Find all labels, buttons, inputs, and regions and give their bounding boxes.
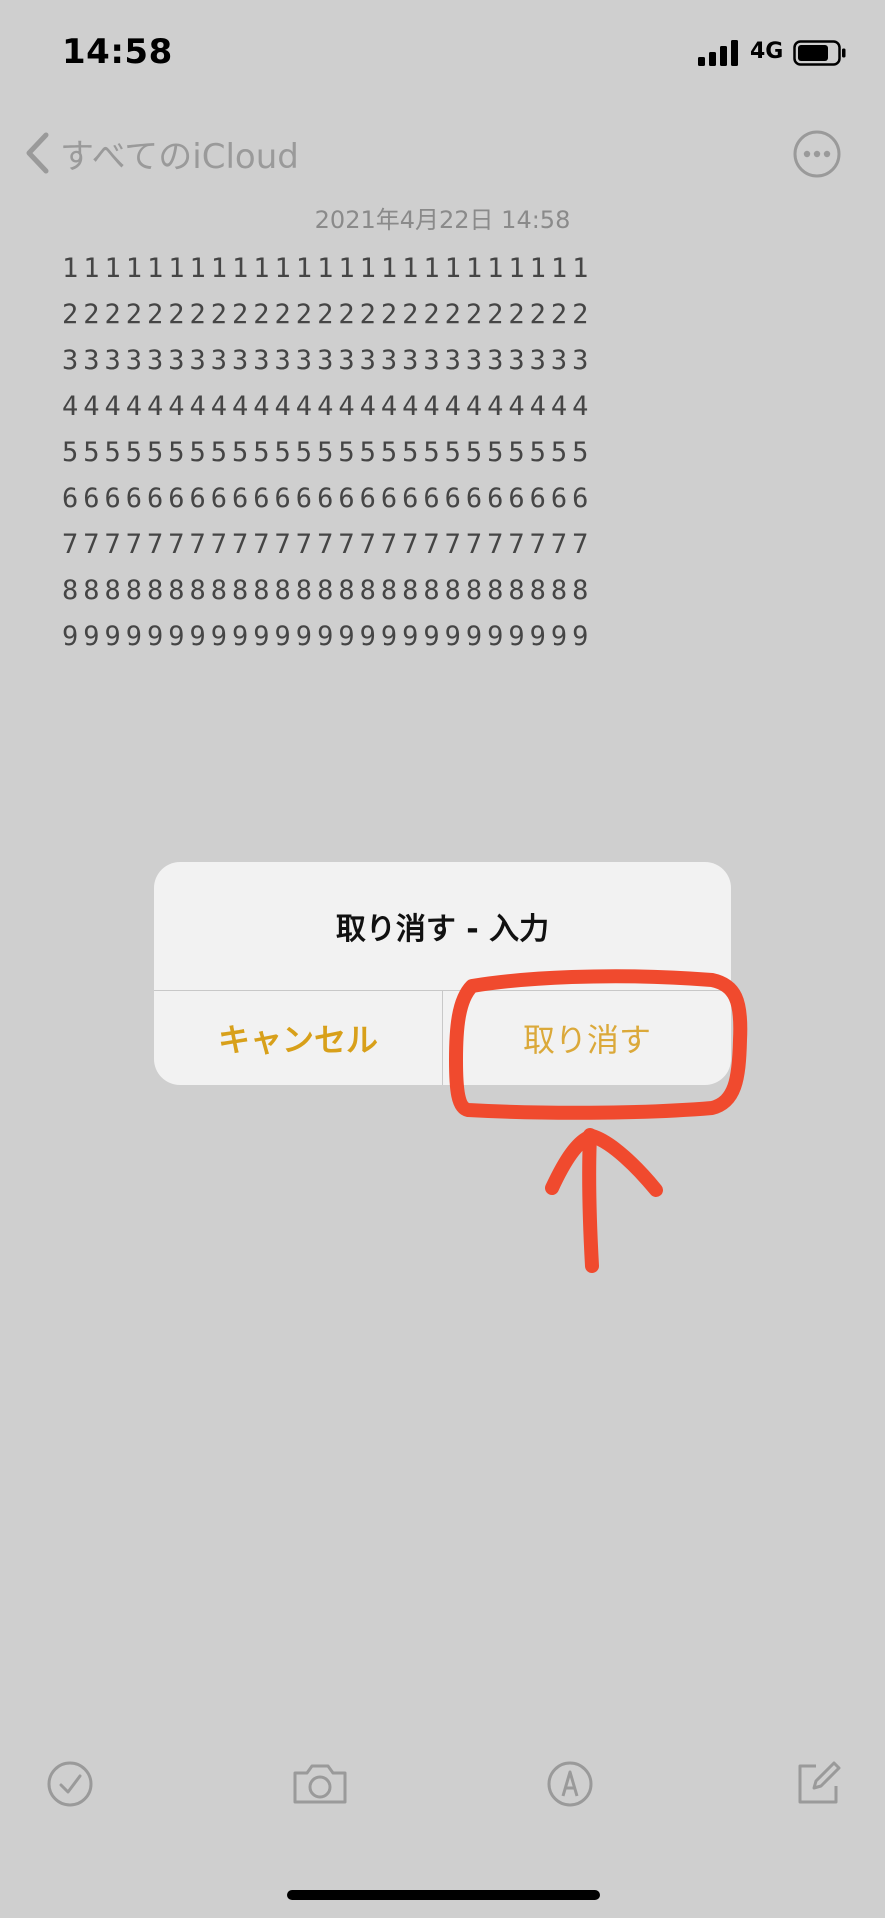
back-label: すべてのiCloud xyxy=(60,136,299,177)
note-line: 4444444444444444444444444 xyxy=(62,391,594,422)
undo-alert-dialog: 取り消す - 入力 キャンセル 取り消す xyxy=(154,862,731,1085)
cellular-signal-icon xyxy=(698,40,738,66)
note-line: 2222222222222222222222222 xyxy=(62,299,594,330)
arrow-head-annotation xyxy=(545,1129,663,1197)
status-bar: 14:58 4G xyxy=(0,0,885,110)
home-indicator[interactable] xyxy=(287,1890,600,1900)
cancel-button[interactable]: キャンセル xyxy=(154,991,442,1085)
camera-icon[interactable] xyxy=(291,1760,349,1808)
battery-icon xyxy=(793,40,846,66)
note-date: 2021年4月22日 14:58 xyxy=(314,206,571,234)
markup-pen-icon[interactable] xyxy=(546,1760,594,1808)
note-line: 7777777777777777777777777 xyxy=(62,529,594,560)
note-line: 6666666666666666666666666 xyxy=(62,483,594,514)
compose-icon[interactable] xyxy=(794,1760,842,1808)
back-button[interactable]: すべてのiCloud xyxy=(24,130,299,177)
chevron-left-icon xyxy=(26,132,49,174)
network-type: 4G xyxy=(750,39,784,64)
alert-title: 取り消す - 入力 xyxy=(335,912,550,947)
note-line: 5555555555555555555555555 xyxy=(62,437,594,468)
note-line: 3333333333333333333333333 xyxy=(62,345,594,376)
note-line: 8888888888888888888888888 xyxy=(62,575,594,606)
note-line: 9999999999999999999999999 xyxy=(62,621,594,652)
status-time: 14:58 xyxy=(62,32,173,72)
more-options-icon[interactable] xyxy=(792,129,842,179)
arrow-shaft-annotation xyxy=(582,1128,599,1273)
checklist-icon[interactable] xyxy=(46,1760,94,1808)
bottom-toolbar xyxy=(0,1760,885,1840)
note-body[interactable]: 1111111111111111111111111 22222222222222… xyxy=(62,246,822,660)
nav-bar: すべてのiCloud xyxy=(0,110,885,190)
note-line: 1111111111111111111111111 xyxy=(62,253,594,284)
undo-button[interactable]: 取り消す xyxy=(443,991,731,1085)
